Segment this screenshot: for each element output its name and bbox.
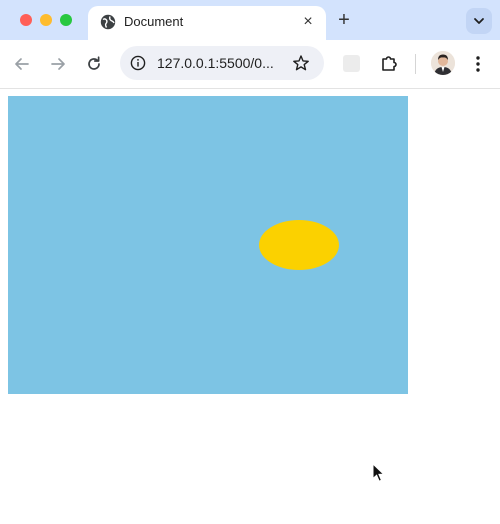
forward-button[interactable] bbox=[48, 54, 68, 74]
chevron-down-icon bbox=[466, 18, 492, 38]
address-bar[interactable]: 127.0.0.1:5500/0... bbox=[120, 46, 324, 80]
globe-icon bbox=[100, 14, 116, 30]
close-window-button[interactable] bbox=[20, 14, 32, 26]
new-tab-button[interactable]: + bbox=[334, 10, 354, 31]
profile-avatar[interactable] bbox=[431, 51, 455, 75]
browser-toolbar: 127.0.0.1:5500/0... bbox=[0, 40, 500, 88]
tab-search-button[interactable] bbox=[466, 8, 492, 34]
sky-rectangle bbox=[8, 96, 408, 394]
page-viewport bbox=[0, 89, 500, 524]
url-text[interactable]: 127.0.0.1:5500/0... bbox=[157, 54, 274, 72]
toolbar-divider bbox=[415, 54, 416, 74]
mouse-cursor-icon bbox=[372, 462, 386, 483]
reload-icon bbox=[84, 56, 104, 78]
tab-title: Document bbox=[124, 14, 184, 29]
arrow-left-icon bbox=[12, 58, 32, 78]
browser-window: Document × + 127.0.0.1:5500/0... bbox=[0, 0, 500, 524]
minimize-window-button[interactable] bbox=[40, 14, 52, 26]
sun-ellipse bbox=[259, 220, 339, 270]
extension-placeholder-icon[interactable] bbox=[343, 55, 360, 72]
star-icon[interactable] bbox=[292, 54, 310, 72]
extensions-button[interactable] bbox=[379, 53, 399, 73]
tab-close-button[interactable]: × bbox=[300, 14, 316, 30]
back-button[interactable] bbox=[12, 54, 32, 74]
reload-button[interactable] bbox=[84, 54, 104, 74]
browser-menu-button[interactable] bbox=[470, 54, 486, 74]
tab-strip: Document × + bbox=[0, 0, 500, 40]
tab-document[interactable]: Document × bbox=[88, 6, 326, 40]
puzzle-icon bbox=[379, 56, 399, 77]
info-icon[interactable] bbox=[130, 55, 146, 71]
arrow-right-icon bbox=[48, 58, 68, 78]
maximize-window-button[interactable] bbox=[60, 14, 72, 26]
more-vertical-icon bbox=[470, 56, 486, 78]
